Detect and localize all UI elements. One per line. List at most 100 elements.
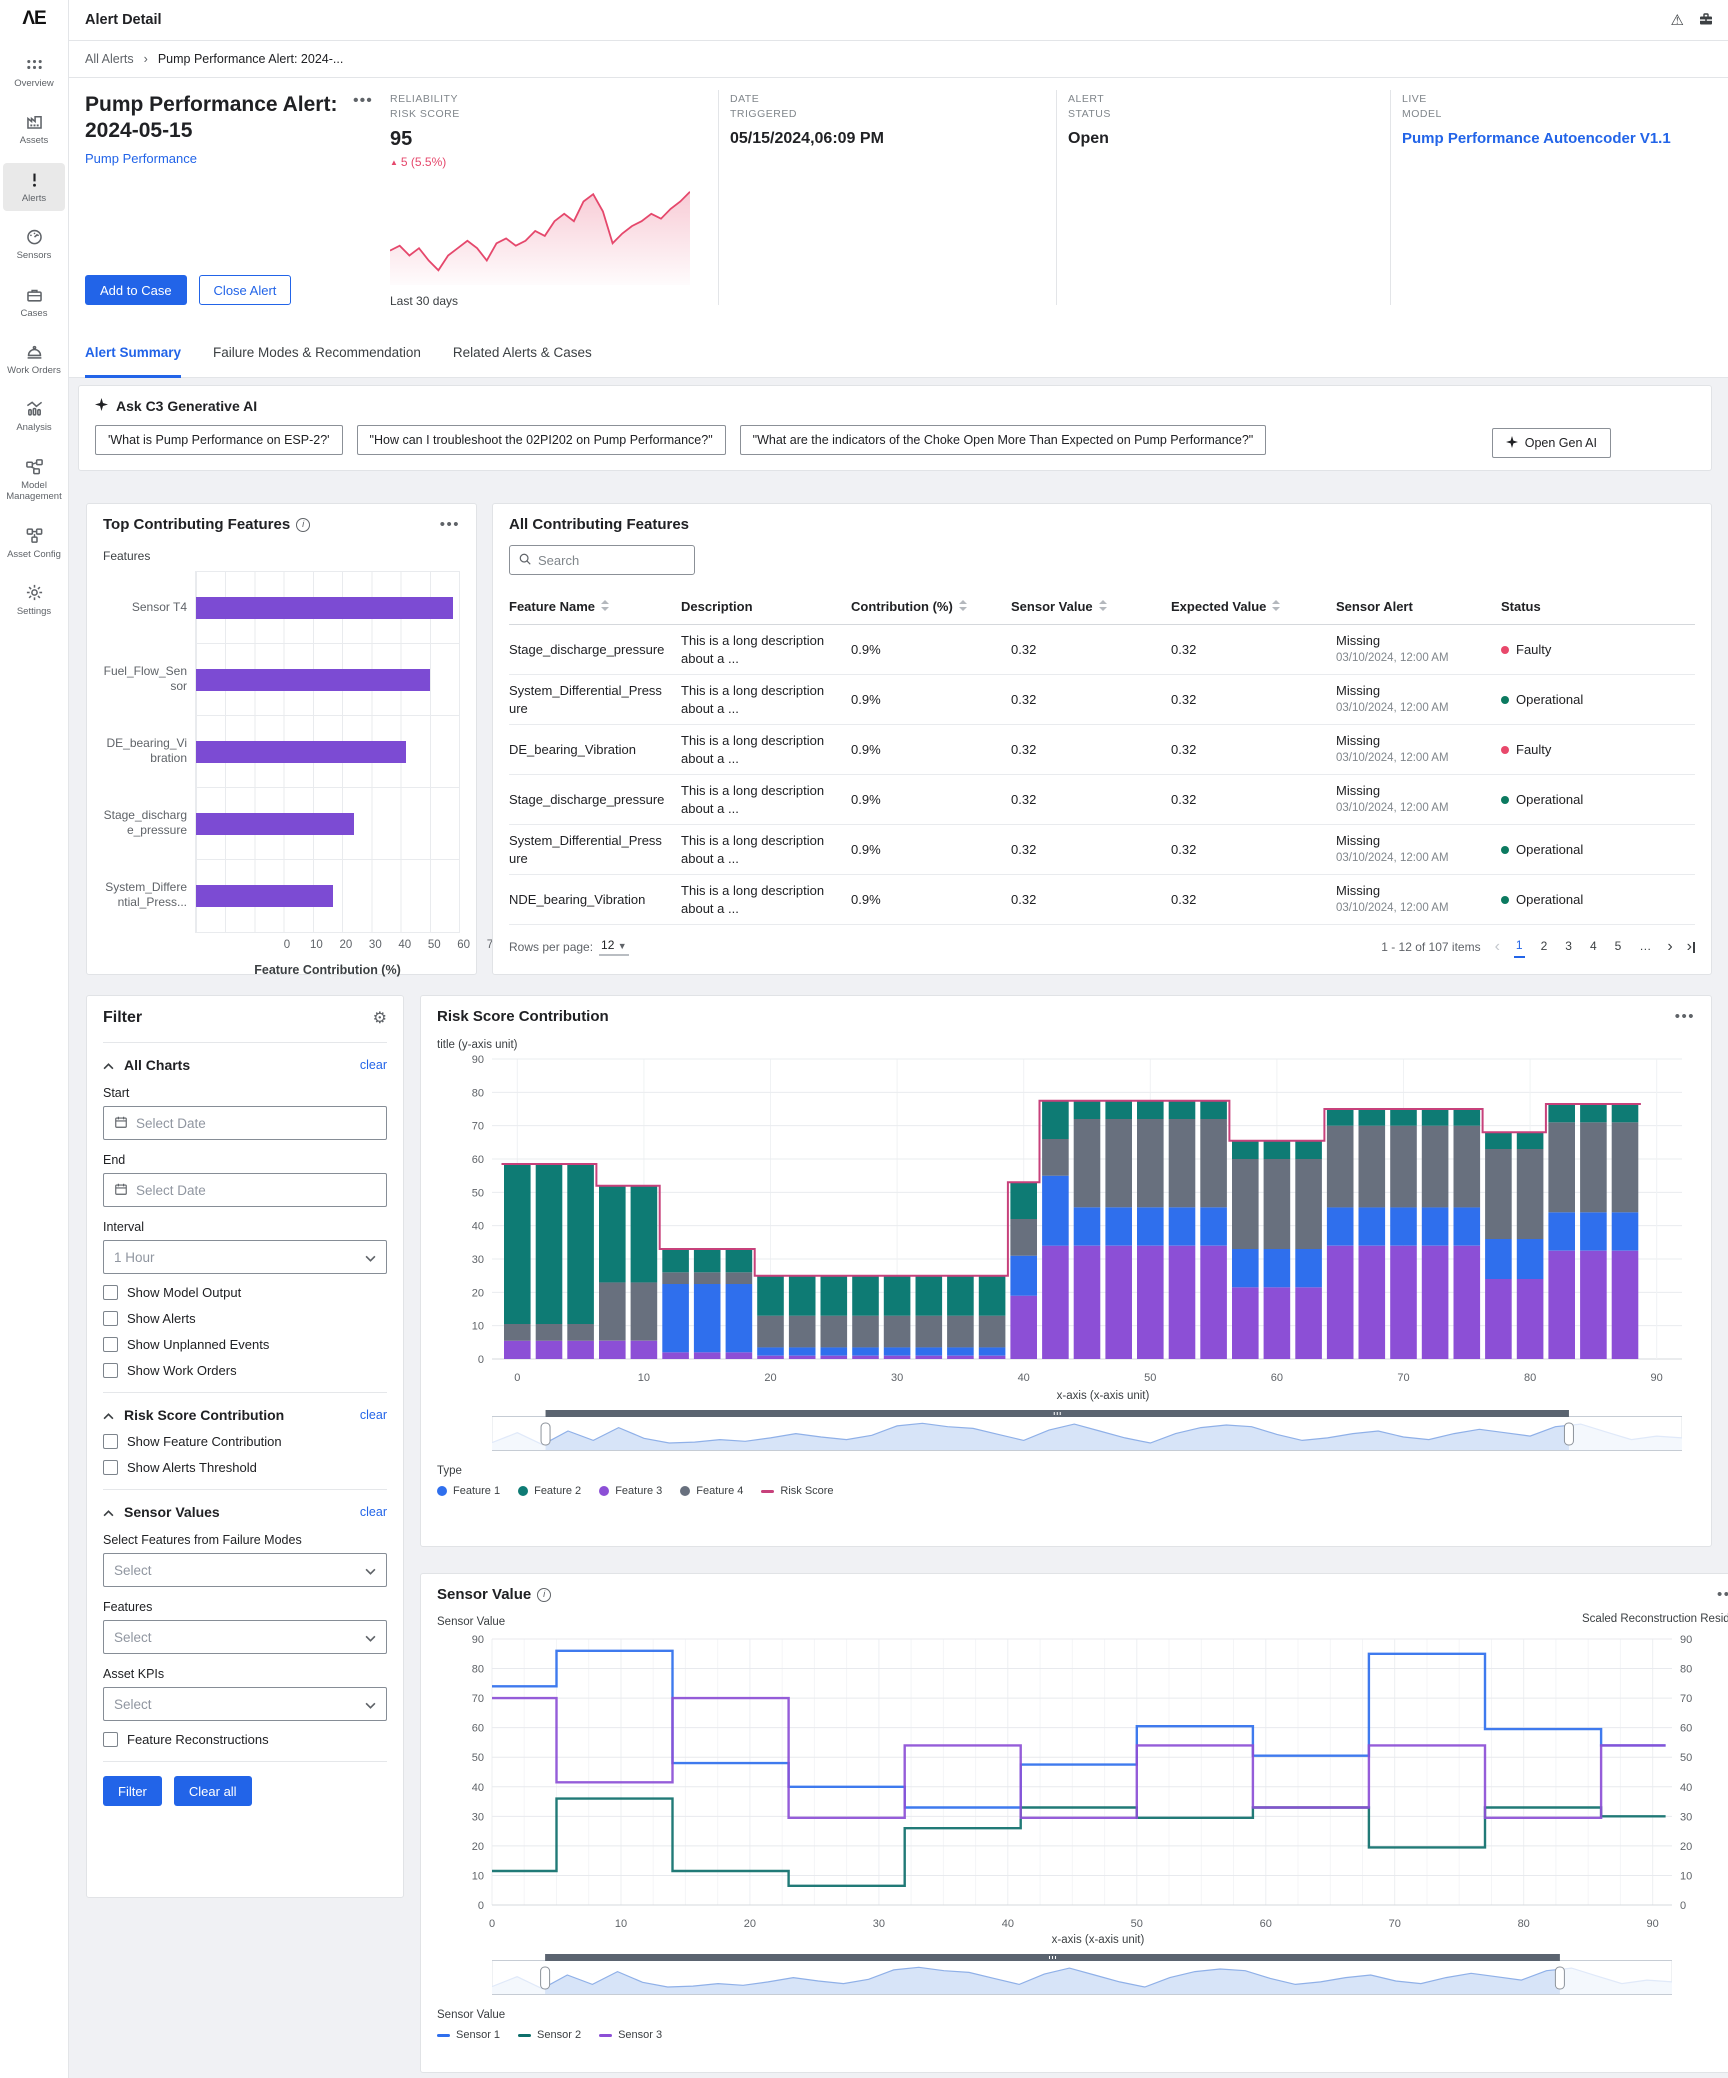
table-row[interactable]: Stage_discharge_pressure This is a long d…	[509, 625, 1695, 675]
select-select-features-from-failure-modes[interactable]: Select	[103, 1553, 387, 1587]
cell-contribution: 0.9%	[851, 791, 881, 807]
clear-link[interactable]: clear	[360, 1058, 387, 1072]
column-header-contribution-[interactable]: Contribution (%)	[851, 599, 1011, 614]
genai-question-3[interactable]: "What are the indicators of the Choke Op…	[739, 425, 1267, 455]
alerts-warning-icon[interactable]: ⚠	[1671, 11, 1684, 29]
sidebar-item-analysis[interactable]: Analysis	[3, 392, 65, 440]
checkbox-show-model-output[interactable]: Show Model Output	[103, 1285, 387, 1300]
sort-icon[interactable]	[1098, 599, 1107, 614]
info-icon[interactable]: i	[296, 517, 311, 532]
date-input-start[interactable]: Select Date	[103, 1106, 387, 1140]
legend-item-sensor-2[interactable]: Sensor 2	[518, 2029, 581, 2041]
alert-detail-page: ΛE Overview Assets Alerts Sensors Cases Work …	[0, 0, 1728, 2078]
sidebar-item-settings[interactable]: Settings	[3, 576, 65, 624]
checkbox-feature-reconstructions[interactable]: Feature Reconstructions	[103, 1732, 387, 1747]
clear-link[interactable]: clear	[360, 1408, 387, 1422]
column-header-sensor-value[interactable]: Sensor Value	[1011, 599, 1171, 614]
chevron-up-icon[interactable]	[103, 1504, 114, 1520]
genai-question-1[interactable]: 'What is Pump Performance on ESP-2?'	[95, 425, 343, 455]
info-icon[interactable]: i	[537, 1587, 552, 1602]
sidebar-item-assets[interactable]: Assets	[3, 105, 65, 153]
select-features[interactable]: Select	[103, 1620, 387, 1654]
live-model-block: LIVE MODEL Pump Performance Autoencoder V…	[1402, 92, 1722, 147]
alert-overflow-menu[interactable]: •••	[353, 92, 373, 110]
table-search[interactable]	[509, 545, 695, 575]
checkbox-icon[interactable]	[103, 1434, 118, 1449]
table-row[interactable]: System_Differential_Pressure This is a lo…	[509, 825, 1695, 875]
asset-link[interactable]: Pump Performance	[85, 151, 385, 166]
sidebar-item-model-management[interactable]: Model Management	[3, 450, 65, 510]
checkbox-icon[interactable]	[103, 1285, 118, 1300]
chevron-up-icon[interactable]	[103, 1057, 114, 1073]
select-interval[interactable]: 1 Hour	[103, 1240, 387, 1274]
sidebar-item-overview[interactable]: Overview	[3, 48, 65, 96]
sensor-chart-overflow-menu[interactable]: •••	[1717, 1586, 1728, 1603]
sort-icon[interactable]	[958, 599, 967, 614]
sort-icon[interactable]	[600, 599, 609, 614]
checkbox-icon[interactable]	[103, 1311, 118, 1326]
clear-link[interactable]: clear	[360, 1505, 387, 1519]
sensor-chart-range-slider[interactable]	[491, 1954, 1728, 1999]
last-page-icon[interactable]: ›	[1687, 938, 1695, 956]
top-features-xlabel: Feature Contribution (%)	[254, 963, 401, 977]
sort-icon[interactable]	[1272, 599, 1281, 614]
sidebar-item-alerts[interactable]: Alerts	[3, 162, 65, 212]
checkbox-show-alerts[interactable]: Show Alerts	[103, 1311, 387, 1326]
alerts-icon	[25, 170, 44, 189]
sidebar-item-asset-config[interactable]: Asset Config	[3, 519, 65, 567]
rows-per-page-select[interactable]: 12 ▼	[599, 938, 629, 956]
risk-chart-overflow-menu[interactable]: •••	[1675, 1008, 1695, 1025]
tab-alert-summary[interactable]: Alert Summary	[85, 330, 182, 378]
page-number-...[interactable]: …	[1637, 937, 1653, 957]
page-number-2[interactable]: 2	[1539, 937, 1550, 957]
column-header-expected-value[interactable]: Expected Value	[1171, 599, 1336, 614]
gear-icon[interactable]: ⚙	[373, 1008, 387, 1028]
legend-item-feature-2[interactable]: Feature 2	[518, 1485, 581, 1497]
checkbox-icon[interactable]	[103, 1460, 118, 1475]
chevron-up-icon[interactable]	[103, 1407, 114, 1423]
checkbox-icon[interactable]	[103, 1732, 118, 1747]
page-number-1[interactable]: 1	[1513, 936, 1525, 958]
checkbox-show-feature-contribution[interactable]: Show Feature Contribution	[103, 1434, 387, 1449]
page-number-5[interactable]: 5	[1613, 937, 1624, 957]
next-page-chevron-icon[interactable]: ›	[1667, 938, 1672, 956]
legend-item-feature-3[interactable]: Feature 3	[599, 1485, 662, 1497]
checkbox-icon[interactable]	[103, 1363, 118, 1378]
filter-clear-all-button[interactable]: Clear all	[173, 1776, 252, 1806]
breadcrumb-all-alerts[interactable]: All Alerts	[85, 52, 134, 66]
previous-page-chevron-icon[interactable]: ‹	[1495, 938, 1500, 956]
checkbox-show-unplanned-events[interactable]: Show Unplanned Events	[103, 1337, 387, 1352]
genai-question-2[interactable]: "How can I troubleshoot the 02PI202 on P…	[356, 425, 726, 455]
table-row[interactable]: System_Differential_Pressure This is a lo…	[509, 675, 1695, 725]
date-input-end[interactable]: Select Date	[103, 1173, 387, 1207]
legend-item-risk-score[interactable]: Risk Score	[761, 1485, 834, 1497]
legend-item-sensor-3[interactable]: Sensor 3	[599, 2029, 662, 2041]
close-alert-button[interactable]: Close Alert	[198, 275, 292, 305]
open-gen-ai-button[interactable]: Open Gen AI	[1491, 428, 1611, 458]
page-number-4[interactable]: 4	[1588, 937, 1599, 957]
cases-briefcase-icon[interactable]	[1698, 11, 1714, 30]
add-to-case-button[interactable]: Add to Case	[85, 275, 187, 305]
select-asset-kpis[interactable]: Select	[103, 1687, 387, 1721]
checkbox-show-work-orders[interactable]: Show Work Orders	[103, 1363, 387, 1378]
risk-chart-range-slider[interactable]	[491, 1410, 1695, 1455]
column-header-feature-name[interactable]: Feature Name	[509, 599, 681, 614]
filter-apply-button[interactable]: Filter	[103, 1776, 162, 1806]
sidebar-item-work-orders[interactable]: Work Orders	[3, 335, 65, 383]
live-model-link[interactable]: Pump Performance Autoencoder V1.1	[1402, 130, 1722, 147]
legend-item-feature-1[interactable]: Feature 1	[437, 1485, 500, 1497]
legend-item-feature-4[interactable]: Feature 4	[680, 1485, 743, 1497]
legend-item-sensor-1[interactable]: Sensor 1	[437, 2029, 500, 2041]
table-row[interactable]: Stage_discharge_pressure This is a long d…	[509, 775, 1695, 825]
checkbox-show-alerts-threshold[interactable]: Show Alerts Threshold	[103, 1460, 387, 1475]
search-input[interactable]	[538, 552, 668, 568]
tab-related-alerts-cases[interactable]: Related Alerts & Cases	[453, 330, 592, 378]
sidebar-item-sensors[interactable]: Sensors	[3, 220, 65, 268]
table-row[interactable]: DE_bearing_Vibration This is a long descr…	[509, 725, 1695, 775]
top-features-overflow-menu[interactable]: •••	[440, 516, 460, 533]
sidebar-item-cases[interactable]: Cases	[3, 278, 65, 326]
page-number-3[interactable]: 3	[1563, 937, 1574, 957]
checkbox-icon[interactable]	[103, 1337, 118, 1352]
tab-failure-modes-recommendation[interactable]: Failure Modes & Recommendation	[213, 330, 421, 378]
table-row[interactable]: NDE_bearing_Vibration This is a long desc…	[509, 875, 1695, 925]
